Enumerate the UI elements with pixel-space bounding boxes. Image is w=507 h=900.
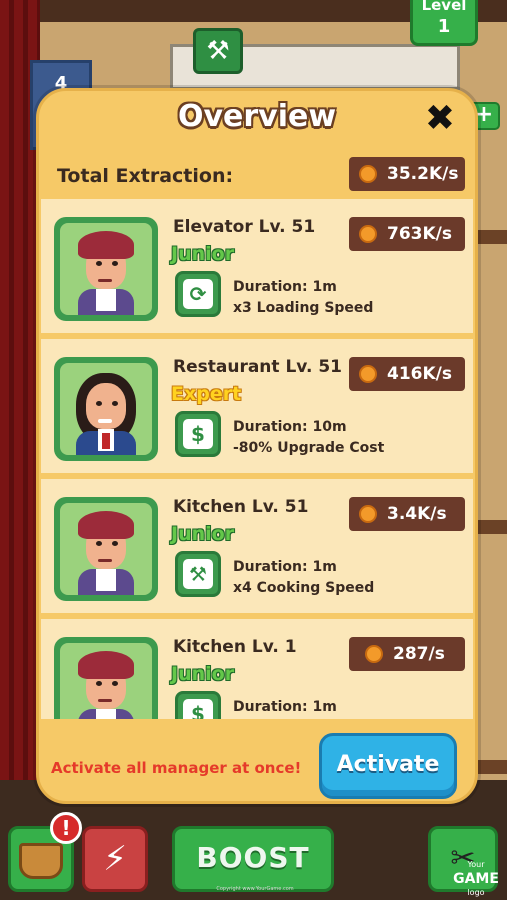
skill-duration: Duration: 1m bbox=[233, 559, 337, 575]
manager-rank: Expert bbox=[171, 383, 242, 405]
overview-panel: Overview ✖ Total Extraction: 35.2K/s Ele… bbox=[36, 88, 478, 804]
total-extraction-label: Total Extraction: bbox=[57, 165, 234, 187]
manager-card[interactable]: Kitchen Lv. 1 Junior 287/s $ Duration: 1… bbox=[41, 619, 473, 719]
manager-rank: Junior bbox=[171, 243, 235, 265]
manager-title: Kitchen Lv. 51 bbox=[173, 497, 309, 517]
skill-duration: Duration: 10m bbox=[233, 419, 347, 435]
manager-card[interactable]: Kitchen Lv. 51 Junior 3.4K/s ⚒ Duration:… bbox=[41, 479, 473, 613]
coin-icon bbox=[365, 645, 383, 663]
skill-duration: Duration: 1m bbox=[233, 699, 337, 715]
manager-rate: 763K/s bbox=[349, 217, 465, 251]
coin-icon bbox=[359, 505, 377, 523]
manager-rank: Junior bbox=[171, 663, 235, 685]
manager-rate: 3.4K/s bbox=[349, 497, 465, 531]
manager-title: Restaurant Lv. 51 bbox=[173, 357, 343, 377]
total-extraction-rate: 35.2K/s bbox=[349, 157, 465, 191]
level-label: Level bbox=[421, 0, 467, 14]
boost-button[interactable]: BOOST bbox=[172, 826, 334, 892]
avatar bbox=[54, 217, 158, 321]
coin-icon bbox=[359, 365, 377, 383]
skill-effect: -80% Upgrade Cost bbox=[233, 440, 385, 456]
alert-badge: ! bbox=[50, 812, 82, 844]
fork-spatula-icon: ⚒ bbox=[193, 28, 243, 74]
avatar bbox=[54, 357, 158, 461]
fork-spatula-icon: ⚒ bbox=[175, 551, 221, 597]
manager-list[interactable]: Elevator Lv. 51 Junior 763K/s ⟳ Duration… bbox=[41, 199, 473, 719]
copyright-text: Copyright www.YourGame.com bbox=[216, 886, 294, 892]
dollar-icon: $ bbox=[175, 691, 221, 719]
coin-icon bbox=[359, 165, 377, 183]
game-logo-watermark: Your GAME logo bbox=[453, 860, 499, 897]
total-extraction-row: Total Extraction: 35.2K/s bbox=[39, 155, 475, 195]
panel-title: Overview bbox=[177, 99, 337, 134]
skill-effect: x4 Cooking Speed bbox=[233, 580, 375, 596]
manager-title: Kitchen Lv. 1 bbox=[173, 637, 297, 657]
manager-rate: 416K/s bbox=[349, 357, 465, 391]
dollar-icon: $ bbox=[175, 411, 221, 457]
manager-card[interactable]: Elevator Lv. 51 Junior 763K/s ⟳ Duration… bbox=[41, 199, 473, 333]
avatar bbox=[54, 497, 158, 601]
basket-icon bbox=[19, 843, 63, 879]
manager-rank: Junior bbox=[171, 523, 235, 545]
coin-icon bbox=[359, 225, 377, 243]
skill-effect: x3 Loading Speed bbox=[233, 300, 374, 316]
lightning-icon[interactable]: ⚡ bbox=[82, 826, 148, 892]
activate-all-message: Activate all manager at once! bbox=[51, 759, 302, 777]
level-badge[interactable]: Level 1 bbox=[410, 0, 478, 46]
elevator-icon: ⟳ bbox=[175, 271, 221, 317]
skill-duration: Duration: 1m bbox=[233, 279, 337, 295]
manager-title: Elevator Lv. 51 bbox=[173, 217, 316, 237]
level-value: 1 bbox=[437, 16, 451, 37]
manager-card[interactable]: Restaurant Lv. 51 Expert 416K/s $ Durati… bbox=[41, 339, 473, 473]
manager-rate: 287/s bbox=[349, 637, 465, 671]
close-icon[interactable]: ✖ bbox=[423, 101, 457, 137]
activate-button[interactable]: Activate bbox=[319, 733, 457, 799]
avatar bbox=[54, 637, 158, 719]
